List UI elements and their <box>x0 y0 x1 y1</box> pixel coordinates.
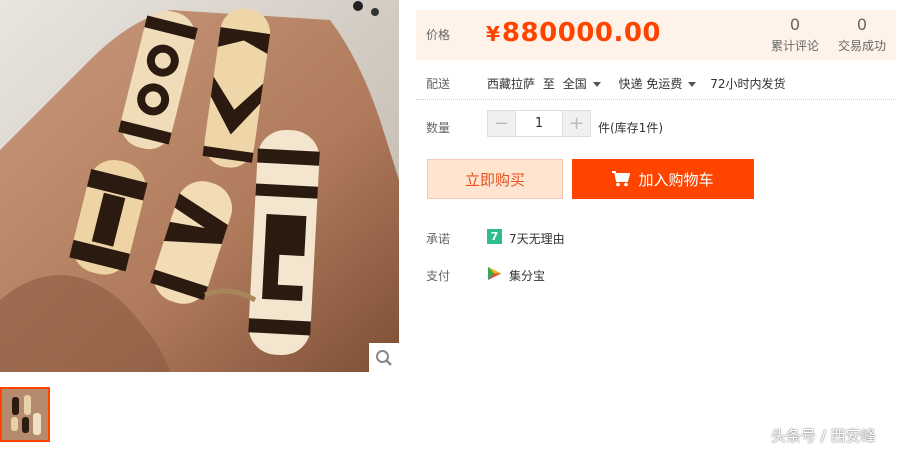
magnifier-icon <box>376 350 392 366</box>
stock-info: 件(库存1件) <box>598 121 663 135</box>
sales-count: 0 <box>856 15 868 34</box>
currency-symbol: ¥ <box>486 22 500 46</box>
price-panel: 价格 ¥880000.00 0 累计评论 0 交易成功 <box>416 10 896 60</box>
watermark: 头条号 / 西安峰 <box>771 427 876 445</box>
price-label: 价格 <box>426 28 451 42</box>
cart-icon <box>612 171 631 187</box>
price-amount: 880000.00 <box>501 18 662 48</box>
promise-label: 承诺 <box>426 232 451 246</box>
seven-day-return-icon: 7 <box>487 229 502 244</box>
payment-text: 集分宝 <box>509 269 546 283</box>
dispatch-time: 72小时内发货 <box>710 77 786 91</box>
zoom-button[interactable] <box>369 343 399 373</box>
payment-label: 支付 <box>426 269 451 283</box>
add-to-cart-button[interactable]: 加入购物车 <box>572 159 754 199</box>
method-dropdown-icon[interactable] <box>688 82 697 87</box>
product-photo-illustration <box>0 0 399 372</box>
reviews-stat[interactable]: 0 累计评论 <box>765 16 825 54</box>
quantity-label: 数量 <box>426 121 451 135</box>
shipping-destination[interactable]: 全国 <box>563 77 587 91</box>
divider <box>416 99 896 100</box>
increase-button[interactable]: + <box>563 111 590 136</box>
shipping-row: 西藏拉萨 至 全国 快递 免运费 72小时内发货 <box>487 75 785 92</box>
product-image[interactable] <box>0 0 399 372</box>
thumbnail-image <box>2 389 48 440</box>
price-value: ¥880000.00 <box>486 18 661 48</box>
promise-text[interactable]: 7天无理由 <box>509 230 565 247</box>
shipping-method[interactable]: 快递 免运费 <box>619 77 683 91</box>
quantity-stepper: − + <box>487 110 591 137</box>
reviews-count: 0 <box>789 15 801 34</box>
quantity-input[interactable] <box>515 111 563 136</box>
shipping-label: 配送 <box>426 77 451 91</box>
shipping-to: 至 <box>542 77 555 91</box>
shipping-origin: 西藏拉萨 <box>487 77 536 91</box>
jifenbao-icon <box>488 267 501 280</box>
destination-dropdown-icon[interactable] <box>592 82 601 87</box>
thumbnail-1[interactable] <box>0 387 50 442</box>
buy-now-button[interactable]: 立即购买 <box>427 159 563 199</box>
reviews-label: 累计评论 <box>770 39 819 53</box>
add-to-cart-label: 加入购物车 <box>638 170 714 189</box>
sales-stat[interactable]: 0 交易成功 <box>832 16 892 54</box>
sales-label: 交易成功 <box>837 39 886 53</box>
decrease-button[interactable]: − <box>488 111 515 136</box>
